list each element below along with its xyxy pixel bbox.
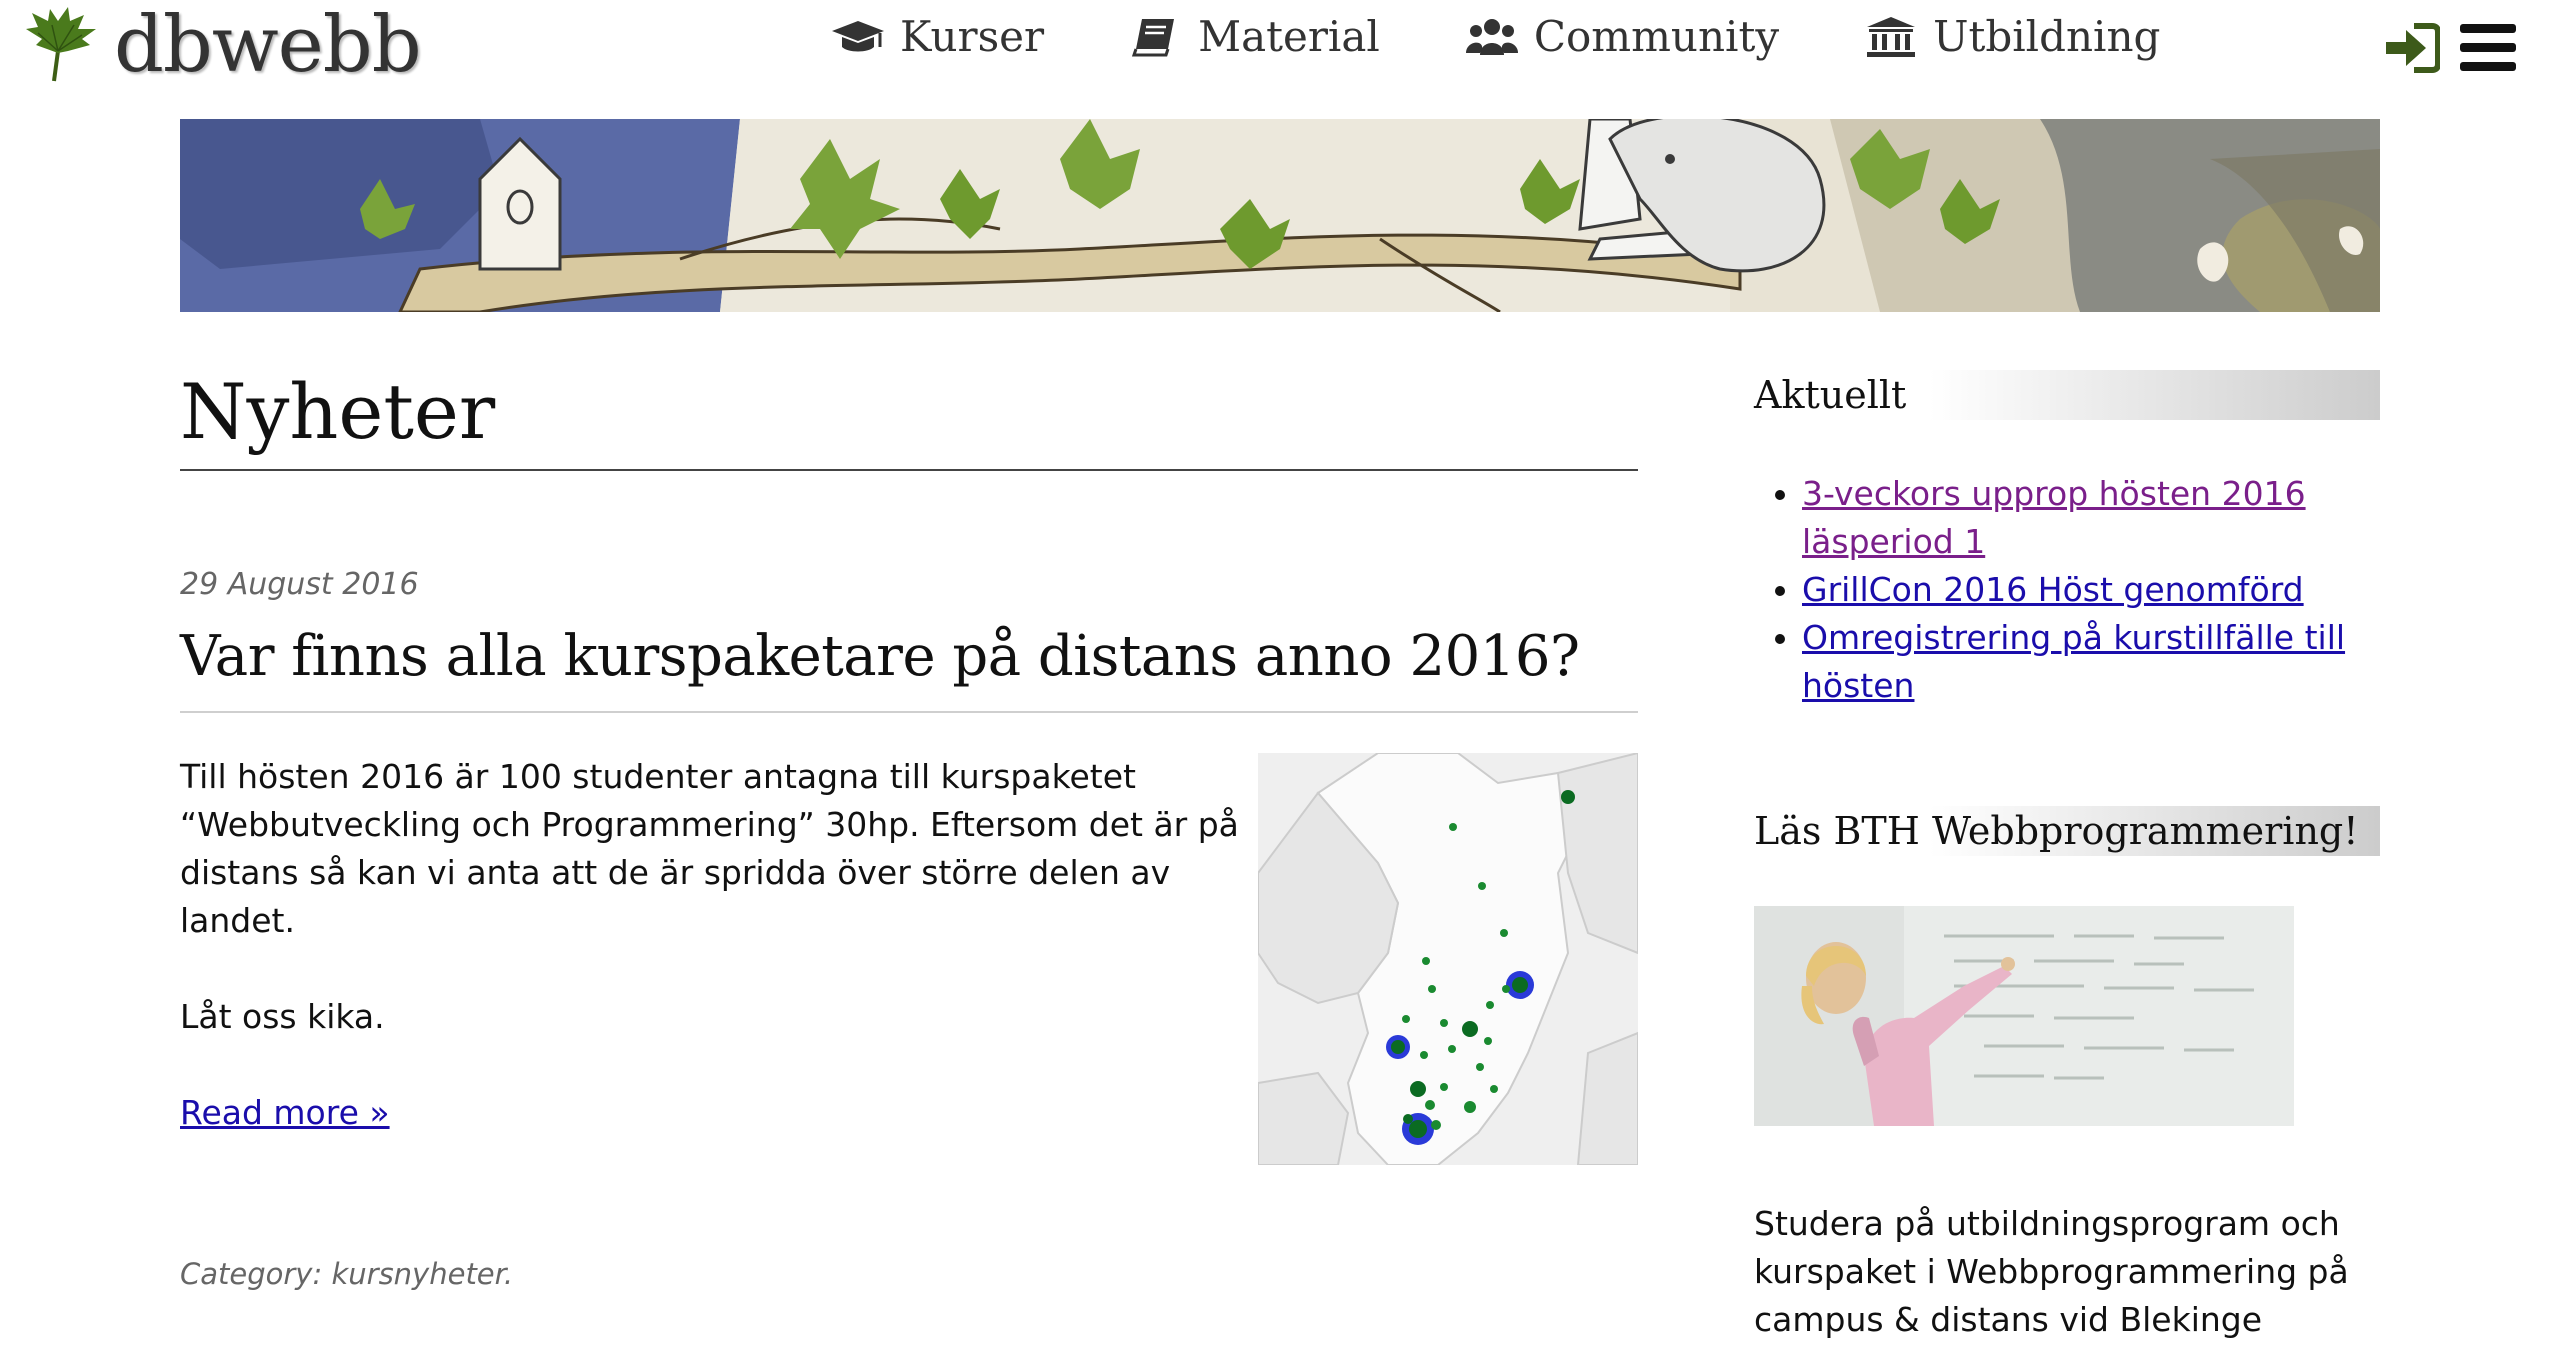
page-title: Nyheter	[180, 368, 1638, 472]
sweden-student-map-image[interactable]	[1258, 753, 1638, 1166]
post-body: Till hösten 2016 är 100 studenter antagn…	[180, 753, 1638, 1253]
banner-artwork	[180, 119, 2380, 312]
bth-promo-image[interactable]	[1754, 906, 2294, 1126]
nav-label: Utbildning	[1933, 12, 2161, 61]
hamburger-menu-icon[interactable]	[2460, 24, 2516, 72]
post-date: 29 August 2016	[180, 567, 419, 603]
nav-label: Kurser	[900, 12, 1045, 61]
header-banner-illustration	[180, 119, 2380, 312]
nav-item-kurser[interactable]: Kurser	[830, 12, 1044, 61]
site-header: dbwebb Kurser Material Community Utbildn…	[0, 0, 2558, 118]
nav-label: Material	[1198, 12, 1380, 61]
post-paragraph: Till hösten 2016 är 100 studenter antagn…	[180, 757, 1239, 941]
users-icon	[1465, 18, 1518, 55]
post-text: Till hösten 2016 är 100 studenter antagn…	[180, 753, 1240, 1137]
promo-text: Studera på utbildningsprogram och kurspa…	[1754, 1204, 2349, 1339]
category-link[interactable]: kursnyheter	[331, 1257, 503, 1291]
news-link[interactable]: Omregistrering på kurstillfälle till hös…	[1802, 618, 2345, 705]
sidebar-heading-bth: Läs BTH Webbprogrammering!	[1754, 806, 2380, 856]
news-list: 3-veckors upprop hösten 2016 läsperiod 1…	[1754, 470, 2380, 710]
list-item: 3-veckors upprop hösten 2016 läsperiod 1	[1802, 470, 2380, 566]
post-paragraph: Låt oss kika.	[180, 997, 385, 1037]
maple-leaf-logo-icon	[26, 7, 96, 82]
news-link[interactable]: GrillCon 2016 Höst genomförd	[1802, 570, 2304, 609]
nav-item-community[interactable]: Community	[1464, 12, 1779, 61]
graduation-cap-icon	[832, 20, 884, 51]
book-icon	[1131, 18, 1175, 56]
list-item: GrillCon 2016 Höst genomförd	[1802, 566, 2380, 614]
category-label: Category:	[180, 1257, 323, 1292]
main-content: Nyheter 29 August 2016 Var finns alla ku…	[180, 312, 1638, 1291]
main-nav: Kurser Material Community Utbildning	[830, 12, 2244, 61]
post-category: Category: kursnyheter.	[180, 1257, 1638, 1291]
site-logo[interactable]: dbwebb	[18, 0, 422, 90]
list-item: Omregistrering på kurstillfälle till hös…	[1802, 614, 2380, 710]
nav-label: Community	[1533, 12, 1780, 61]
post-title[interactable]: Var finns alla kurspaketare på distans a…	[180, 624, 1638, 714]
category-suffix: .	[503, 1257, 514, 1292]
sidebar: Aktuellt 3-veckors upprop hösten 2016 lä…	[1754, 370, 2380, 1344]
sidebar-heading-aktuellt: Aktuellt	[1754, 370, 2380, 420]
read-more-link[interactable]: Read more »	[180, 1089, 390, 1137]
nav-item-material[interactable]: Material	[1128, 12, 1380, 61]
nav-item-utbildning[interactable]: Utbildning	[1863, 12, 2160, 61]
logo-text: dbwebb	[114, 0, 422, 90]
university-icon	[1867, 16, 1916, 57]
news-link[interactable]: 3-veckors upprop hösten 2016 läsperiod 1	[1802, 474, 2306, 561]
sign-in-icon[interactable]	[2384, 22, 2440, 74]
